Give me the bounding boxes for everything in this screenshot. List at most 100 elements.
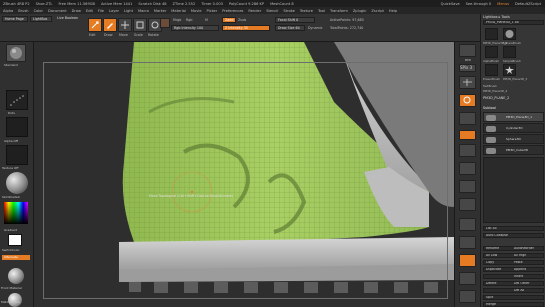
m-toggle[interactable]: M [205,18,208,22]
append-button[interactable]: Append [514,268,542,271]
subtool-header[interactable]: Subtool [483,106,496,110]
aahalf-button[interactable] [459,130,476,140]
menu-draw[interactable]: Draw [72,9,81,13]
material-swatch[interactable] [160,18,170,28]
menu-file[interactable]: File [98,9,104,13]
del-all-button[interactable]: Del All [514,289,542,292]
zsub-toggle[interactable]: Zsub [238,18,246,22]
live-boolean-button[interactable]: Live Boolean [55,16,83,22]
actual-button[interactable] [459,112,476,125]
menus-button[interactable]: Menus [497,2,509,6]
tool-thumb-4[interactable] [503,46,516,58]
see-through-slider[interactable]: See-through 0 [466,2,492,6]
floor-button[interactable] [459,162,476,175]
menu-layer[interactable]: Layer [109,9,119,13]
list-all-button[interactable]: List All [483,226,544,231]
front-material-sphere[interactable] [8,268,24,284]
polyframe-button[interactable] [459,254,476,267]
menu-texture[interactable]: Texture [300,9,313,13]
lsym-button[interactable] [459,198,476,211]
all-low-button[interactable]: All Low [486,254,514,257]
menu-brush[interactable]: Brush [18,9,28,13]
duplicate-button[interactable]: Duplicate [486,268,514,271]
split-button[interactable]: Split [483,295,544,300]
local-button[interactable] [459,180,476,193]
autoreorder-button[interactable]: AutoReorder [514,247,542,250]
rename-button[interactable]: Rename [486,247,514,250]
stroke-dots-button[interactable] [6,90,28,110]
texture-off-button[interactable] [6,145,28,165]
dynamic-toggle[interactable]: Dynamic [308,26,323,30]
draw-size-slider[interactable]: Draw Size 64 [275,25,305,31]
zoom-button[interactable] [459,94,476,107]
menu-render[interactable]: Render [248,9,261,13]
material-sphere[interactable] [6,172,28,194]
auto-collapse-button[interactable]: Auto Collapse [483,233,544,238]
brush-standard-button[interactable] [6,44,26,62]
menu-zscript[interactable]: Zscript [371,9,383,13]
menu-macro[interactable]: Macro [138,9,149,13]
menu-stroke[interactable]: Stroke [283,9,294,13]
menu-picker[interactable]: Picker [207,9,218,13]
lightbox-tools-button[interactable]: Lightbox ▸ Tools [483,15,510,19]
rgb-toggle[interactable]: Rgb [186,18,192,22]
home-page-button[interactable]: Home Page [2,16,28,22]
menu-movie[interactable]: Movie [191,9,202,13]
menu-color[interactable]: Color [34,9,43,13]
zadd-toggle[interactable]: Zadd [222,17,236,23]
menu-document[interactable]: Document [48,9,67,13]
delete-button[interactable]: Delete [486,282,514,285]
mrgb-toggle[interactable]: Mrgb [173,18,181,22]
tool-thumb-6[interactable] [503,64,516,76]
menu-light[interactable]: Light [124,9,133,13]
subtool-item-3[interactable]: Sphere3D [483,134,544,144]
rgb-intensity-slider[interactable]: Rgb Intensity 100 [171,25,219,31]
spix-button[interactable]: SPix 3 [459,64,476,72]
quicksave-button[interactable]: QuickSave [441,2,460,6]
tool-thumb-5[interactable] [485,64,498,76]
tool-thumb-2[interactable] [503,28,516,40]
color-picker[interactable] [4,202,28,224]
tool-thumb-1[interactable] [485,28,498,40]
paste-button[interactable]: Paste [514,261,542,264]
persp-button[interactable] [459,144,476,157]
all-high-button[interactable]: All High [514,254,542,257]
alpha-off-button[interactable] [6,117,28,137]
menu-material[interactable]: Material [171,9,186,13]
move-view-button[interactable] [459,236,476,249]
menu-transform[interactable]: Transform [330,9,348,13]
menu-tool[interactable]: Tool [318,9,325,13]
menu-alpha[interactable]: Alpha [3,9,13,13]
solo-button[interactable] [459,290,476,303]
current-tool-slider[interactable]: PM3D_Plane3D_1 48 [483,20,544,25]
transp-button[interactable] [459,272,476,285]
move-button[interactable] [118,18,132,32]
edit-button[interactable] [88,18,102,32]
alternate-button[interactable]: Alternate [2,255,30,260]
subtool-item-1[interactable]: PM3D_Plane3D_1 [483,112,544,122]
default-zscript-button[interactable]: DefaultZScript [515,2,545,6]
menu-stencil[interactable]: Stencil [266,9,278,13]
copy-button[interactable]: Copy [486,261,514,264]
menu-marker[interactable]: Marker [154,9,166,13]
draw-button[interactable] [103,18,117,32]
menu-zplugin[interactable]: Zplugin [353,9,367,13]
subtool-list-area[interactable] [483,157,544,223]
lightbox-button[interactable]: LightBox [30,16,52,22]
z-intensity-slider[interactable]: Z Intensity 35 [222,25,270,31]
menu-edit[interactable]: Edit [86,9,93,13]
tool-thumb-3[interactable] [485,46,498,58]
subtool-item-4[interactable]: PM3D_Cube3D [483,145,544,155]
scroll-button[interactable] [459,76,476,89]
scale-button[interactable] [133,18,147,32]
merge-button[interactable]: Merge [483,302,544,307]
frame-button[interactable] [459,218,476,231]
del-other-button[interactable]: Del Other [514,282,542,285]
menu-help[interactable]: Help [389,9,397,13]
focal-shift-slider[interactable]: Focal Shift 0 [275,17,315,23]
menu-preferences[interactable]: Preferences [222,9,243,13]
main-color-swatch[interactable] [8,234,22,246]
insert-button[interactable]: Insert [514,275,542,278]
bpr-button[interactable] [459,44,476,57]
subtool-item-2[interactable]: Cylinder3D [483,123,544,133]
